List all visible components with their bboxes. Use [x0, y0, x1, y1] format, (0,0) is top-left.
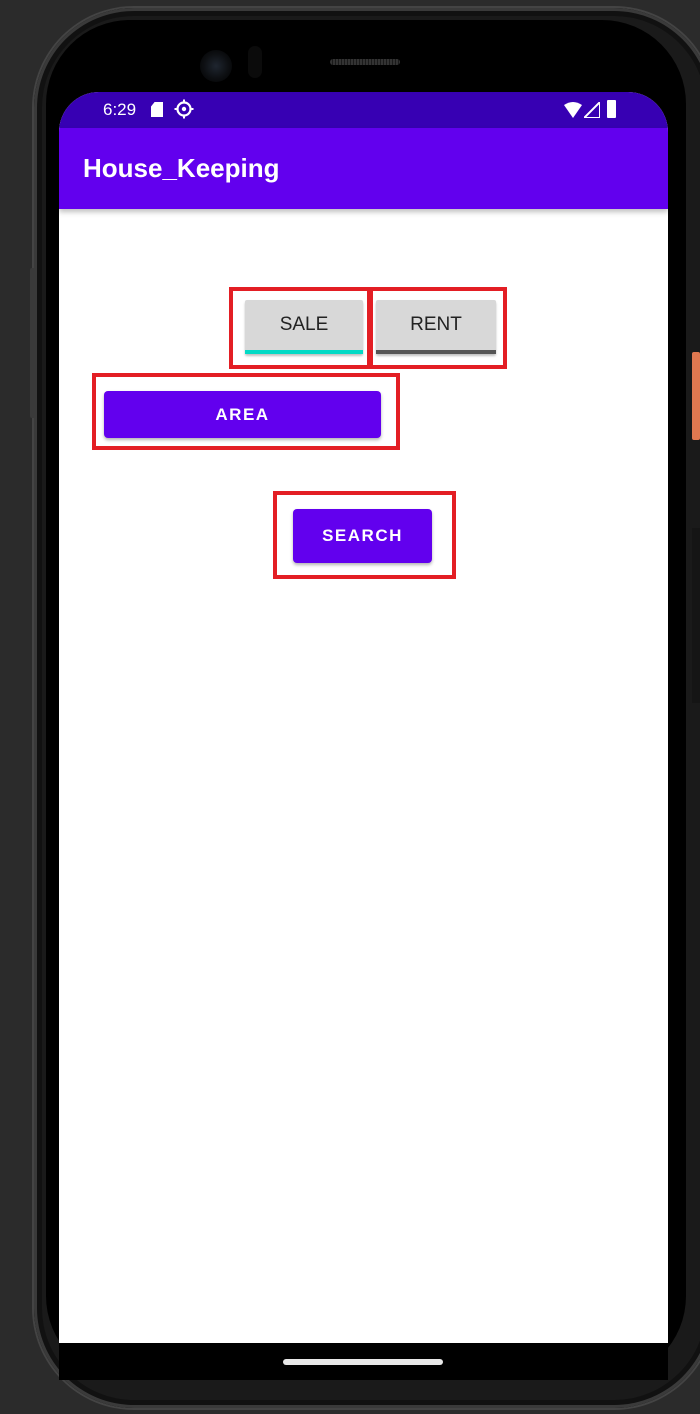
front-camera [200, 50, 232, 82]
highlight-box-area [92, 373, 400, 450]
app-bar: House_Keeping [59, 128, 668, 209]
signal-icon [584, 102, 600, 118]
wifi-icon [564, 102, 582, 118]
highlight-box-sale [229, 287, 371, 369]
status-bar: 6:29 [59, 92, 668, 128]
highlight-box-search [273, 491, 456, 579]
navigation-bar [59, 1343, 668, 1380]
app-title: House_Keeping [83, 153, 280, 183]
volume-rocker [692, 528, 700, 703]
proximity-sensor [248, 46, 262, 78]
highlight-box-rent [369, 287, 507, 369]
settings-gear-icon [174, 99, 194, 119]
home-gesture-handle[interactable] [283, 1359, 443, 1365]
side-button-left [30, 268, 36, 418]
earpiece-speaker [330, 59, 400, 65]
power-button [692, 352, 700, 440]
battery-icon [607, 100, 616, 118]
status-time: 6:29 [103, 100, 137, 119]
sd-card-icon [151, 102, 163, 117]
screen: 6:29 House_Keeping SALE RENT AREA SEARCH [59, 92, 668, 1380]
